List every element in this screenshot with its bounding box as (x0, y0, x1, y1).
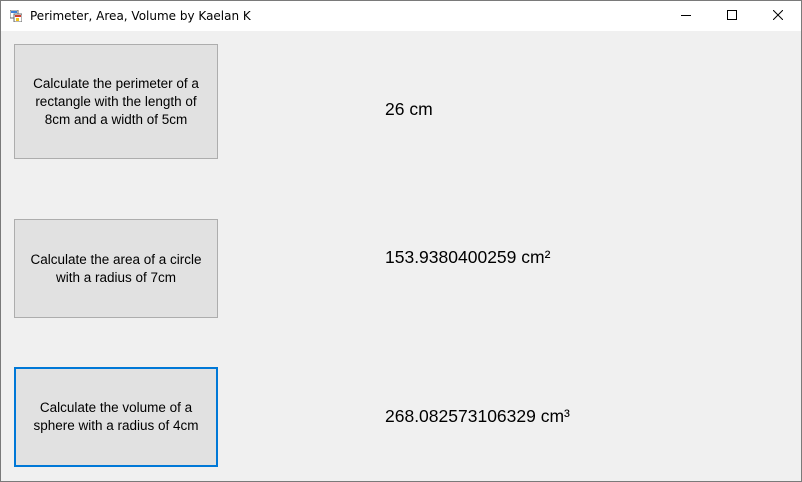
calculate-volume-label: Calculate the volume of a sphere with a … (33, 400, 199, 433)
maximize-icon (727, 7, 737, 25)
calculate-perimeter-label: Calculate the perimeter of a rectangle w… (33, 75, 199, 127)
maximize-button[interactable] (709, 1, 755, 31)
perimeter-result: 26 cm (385, 99, 433, 119)
calculate-volume-button[interactable]: Calculate the volume of a sphere with a … (14, 367, 218, 467)
windows-form-icon (9, 9, 23, 23)
minimize-button[interactable] (663, 1, 709, 31)
area-result: 153.9380400259 cm² (385, 247, 551, 267)
window-title: Perimeter, Area, Volume by Kaelan K (30, 9, 251, 23)
close-icon (772, 7, 784, 25)
close-button[interactable] (755, 1, 801, 31)
calculate-area-button[interactable]: Calculate the area of a circle with a ra… (14, 219, 218, 318)
form-client-area: Calculate the perimeter of a rectangle w… (1, 31, 801, 481)
calculate-perimeter-button[interactable]: Calculate the perimeter of a rectangle w… (14, 44, 218, 159)
app-window: Perimeter, Area, Volume by Kaelan K Calc… (0, 0, 802, 482)
title-bar[interactable]: Perimeter, Area, Volume by Kaelan K (1, 1, 801, 31)
calculate-area-label: Calculate the area of a circle with a ra… (30, 251, 202, 285)
minimize-icon (681, 7, 691, 25)
volume-result: 268.082573106329 cm³ (385, 406, 570, 426)
